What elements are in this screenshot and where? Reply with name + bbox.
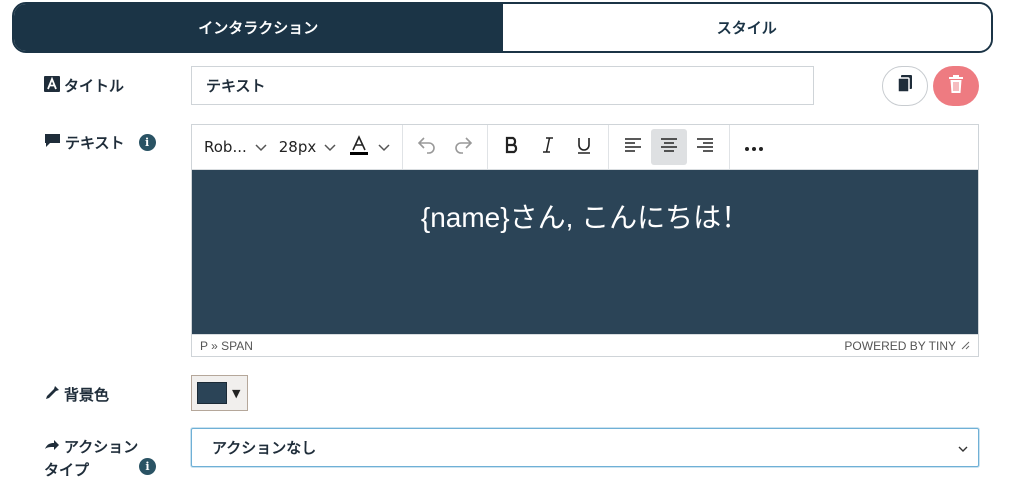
- format-group: [488, 125, 610, 169]
- action-label-line2: タイプ: [44, 461, 90, 479]
- align-right-icon: [696, 137, 714, 158]
- delete-button[interactable]: [933, 66, 979, 106]
- editor-content[interactable]: {name}さん, こんにちは！: [192, 170, 978, 334]
- info-icon[interactable]: i: [138, 134, 156, 151]
- underline-icon: [576, 136, 592, 159]
- underline-button[interactable]: [566, 129, 602, 165]
- rich-text-editor: Rob... 28px {name}さん, こんにちは！ P » SPAN PO…: [191, 124, 979, 357]
- title-label-group: タイトル: [44, 75, 124, 96]
- resize-handle-icon[interactable]: [960, 339, 970, 353]
- background-label: 背景色: [64, 386, 110, 404]
- text-color-icon: [348, 134, 370, 160]
- info-icon[interactable]: i: [139, 458, 156, 475]
- background-label-group: 背景色: [44, 384, 109, 405]
- comment-icon: [44, 133, 61, 152]
- bold-icon: [504, 136, 520, 159]
- font-family-value: Rob...: [204, 138, 247, 156]
- text-color-select[interactable]: [342, 130, 396, 164]
- text-label-group: テキスト i: [44, 132, 156, 153]
- align-left-button[interactable]: [615, 129, 651, 165]
- align-center-button[interactable]: [651, 129, 688, 165]
- editor-toolbar: Rob... 28px: [192, 125, 978, 170]
- action-label-line1: アクション: [64, 438, 139, 456]
- color-picker-button[interactable]: ▼: [191, 375, 248, 411]
- redo-button[interactable]: [445, 129, 481, 165]
- font-size-select[interactable]: 28px: [273, 130, 343, 164]
- align-right-button[interactable]: [687, 129, 723, 165]
- arrow-icon: [44, 438, 60, 456]
- editor-content-text[interactable]: {name}さん, こんにちは！: [421, 196, 749, 334]
- chevron-down-icon: [958, 439, 968, 457]
- font-size-value: 28px: [278, 138, 317, 156]
- action-type-select[interactable]: アクションなし: [191, 428, 979, 467]
- trash-icon: [948, 75, 964, 97]
- element-path[interactable]: P » SPAN: [200, 339, 253, 353]
- font-icon: [44, 75, 60, 96]
- tab-interaction[interactable]: インタラクション: [14, 4, 503, 51]
- eyedropper-icon: [44, 385, 60, 405]
- caret-down-icon: ▼: [232, 386, 241, 400]
- chevron-down-icon: [378, 138, 390, 156]
- powered-by-link[interactable]: POWERED BY TINY: [844, 339, 956, 353]
- align-group: [609, 125, 731, 169]
- tab-bar: インタラクション スタイル: [12, 2, 993, 53]
- align-left-icon: [624, 137, 642, 158]
- more-icon: [744, 137, 764, 157]
- redo-icon: [453, 136, 473, 159]
- font-group: Rob... 28px: [192, 125, 404, 169]
- chevron-down-icon: [255, 138, 267, 156]
- action-label-line2-group: タイプ: [44, 459, 89, 480]
- italic-icon: [541, 136, 555, 159]
- font-family-select[interactable]: Rob...: [198, 130, 273, 164]
- editor-statusbar: P » SPAN POWERED BY TINY: [192, 334, 978, 356]
- undo-button[interactable]: [409, 129, 445, 165]
- italic-button[interactable]: [530, 129, 566, 165]
- align-center-icon: [660, 137, 678, 158]
- color-swatch: [197, 382, 227, 404]
- action-type-value: アクションなし: [212, 439, 317, 457]
- history-group: [403, 125, 489, 169]
- bold-button[interactable]: [494, 129, 530, 165]
- title-label: タイトル: [64, 77, 125, 95]
- text-label: テキスト: [65, 134, 125, 152]
- copy-button[interactable]: [882, 66, 928, 106]
- more-button[interactable]: [736, 129, 772, 165]
- undo-icon: [417, 136, 437, 159]
- chevron-down-icon: [324, 138, 336, 156]
- tab-style[interactable]: スタイル: [502, 4, 991, 51]
- title-input[interactable]: テキスト: [191, 66, 814, 105]
- copy-icon: [897, 75, 913, 97]
- action-label-group: アクション: [44, 436, 138, 457]
- more-group: [730, 125, 778, 169]
